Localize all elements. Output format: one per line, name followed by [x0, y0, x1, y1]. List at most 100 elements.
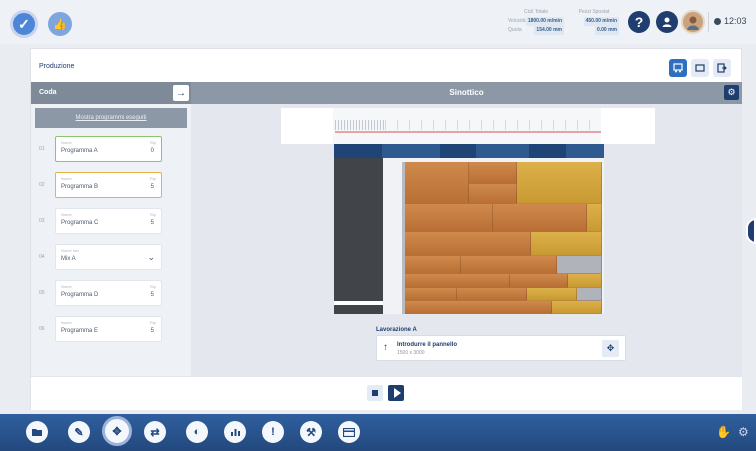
queue-card[interactable]: Nome Programma C Rip 5 [55, 208, 162, 234]
side-drawer-handle[interactable] [746, 218, 756, 244]
queue-list: Mostra programmi eseguiti 01 Nome Progra… [31, 104, 191, 376]
queue-card-rip-label: Rip [149, 212, 156, 217]
arrow-up-icon: ↑ [383, 342, 388, 353]
arrow-right-icon[interactable]: → [173, 85, 189, 101]
queue-header: Coda [31, 82, 191, 104]
stats-a-value-0: 1800.00 m/min [525, 17, 564, 26]
queue-card-name: Mix A [61, 256, 76, 262]
edit-icon[interactable]: ✎ [68, 421, 90, 443]
control-bar [31, 376, 742, 410]
stats-a-label-1: Quota [508, 27, 522, 33]
queue-card-label: Nome [61, 212, 72, 217]
queue-card-rip-value: 5 [150, 328, 154, 334]
clock-time: 12:03 [724, 16, 747, 26]
stats-a-head: Cicli Totale [523, 9, 549, 15]
panel-layout [402, 162, 602, 314]
queue-card-rip-label: Rip [149, 320, 156, 325]
queue-card-name: Programma D [61, 292, 99, 298]
machine-foot [334, 305, 383, 314]
stop-icon [372, 390, 378, 396]
panel-dimensions: 1500 x 3000 [397, 350, 425, 356]
queue-row-number: 02 [39, 182, 45, 188]
load-panel-button[interactable]: ✥ [602, 340, 619, 357]
stats-b-value-0: 450.00 m/min [583, 17, 619, 26]
export-button[interactable] [713, 59, 731, 77]
queue-card-rip-value: 5 [150, 292, 154, 298]
queue-row[interactable]: 06 Nome Programma E Rip 5 [31, 316, 191, 342]
hand-icon[interactable]: ✋ [716, 425, 731, 439]
queue-row[interactable]: 02 Nome Programma B Rip 5 [31, 172, 191, 198]
queue-row[interactable]: 03 Nome Programma C Rip 5 [31, 208, 191, 234]
show-executed-link[interactable]: Mostra programmi eseguiti [35, 108, 187, 128]
machine-beam [334, 144, 604, 158]
play-icon [393, 388, 401, 398]
ruler-ticks [335, 120, 385, 130]
queue-row-number: 01 [39, 146, 45, 152]
queue-card-rip-value: 5 [150, 220, 154, 226]
queue-card-name: Programma E [61, 328, 99, 334]
cart-icon [673, 63, 683, 73]
gear-icon[interactable]: ⚙ [724, 85, 739, 100]
queue-card-name: Programma A [61, 148, 98, 154]
machine-diagram [334, 144, 604, 314]
globe-icon[interactable]: ◐ [186, 421, 208, 443]
queue-card[interactable]: Nome Programma E Rip 5 [55, 316, 162, 342]
chevron-down-icon[interactable]: ⌄ [147, 252, 155, 263]
stats-a-value-1: 154.00 mm [534, 26, 564, 35]
lavorazione-title: Lavorazione A [376, 327, 417, 333]
queue-row-number: 06 [39, 326, 45, 332]
queue-row[interactable]: 04 Nome mix Mix A ⌄ [31, 244, 191, 270]
queue-card-mix[interactable]: Nome mix Mix A ⌄ [55, 244, 162, 270]
stats-b-head: Pezzi Spostat [578, 9, 610, 15]
machine-view-button[interactable] [669, 59, 687, 77]
clock: 12:03 [714, 16, 747, 26]
stop-button[interactable] [367, 385, 383, 401]
help-icon[interactable]: ? [628, 11, 650, 33]
sinottico-view: Lavorazione A ↑ Introdurre il pannello 1… [191, 104, 742, 376]
queue-card-name: Programma C [61, 220, 99, 226]
statistics-icon[interactable] [224, 421, 246, 443]
queue-row-number: 03 [39, 218, 45, 224]
queue-row[interactable]: 05 Nome Programma D Rip 5 [31, 280, 191, 306]
queue-card-rip-label: Rip [149, 284, 156, 289]
avatar[interactable] [681, 10, 705, 34]
queue-row-number: 05 [39, 290, 45, 296]
tool-change-icon[interactable]: ⇄ [144, 421, 166, 443]
export-icon [717, 63, 727, 73]
clock-icon [714, 17, 721, 25]
stats-b-value-1: 0.00 mm [594, 26, 619, 35]
card-icon[interactable] [338, 421, 360, 443]
check-icon[interactable]: ✓ [10, 10, 38, 38]
instruction-card: ↑ Introdurre il pannello 1500 x 3000 ✥ [376, 335, 626, 361]
stats-velocity: Cicli Totale Velocità 1800.00 m/min Quota… [508, 8, 564, 35]
operator-icon[interactable] [656, 11, 678, 33]
list-view-button[interactable] [691, 59, 709, 77]
thumbs-up-icon[interactable]: 👍 [48, 12, 72, 36]
instruction-text: Introdurre il pannello [397, 342, 458, 348]
wrench-icon[interactable]: ⚒ [300, 421, 322, 443]
stats-pieces: Pezzi Spostat 450.00 m/min 0.00 mm [569, 8, 619, 35]
move-icon[interactable]: ✥ [102, 416, 132, 446]
queue-card[interactable]: Nome Programma B Rip 5 [55, 172, 162, 198]
play-button[interactable] [388, 385, 404, 401]
panel-icon [695, 64, 705, 72]
queue-card-label: Nome [61, 320, 72, 325]
queue-card[interactable]: Nome Programma A Rip 0 [55, 136, 162, 162]
divider [708, 12, 709, 32]
queue-card-label: Nome [61, 284, 72, 289]
queue-card-name: Programma B [61, 184, 99, 190]
queue-card-label: Nome [61, 140, 72, 145]
settings-icon[interactable]: ⚙ [738, 425, 749, 439]
queue-row[interactable]: 01 Nome Programma A Rip 0 [31, 136, 191, 162]
queue-card-rip-value: 5 [150, 184, 154, 190]
queue-card-label: Nome mix [61, 248, 80, 253]
queue-card[interactable]: Nome Programma D Rip 5 [55, 280, 162, 306]
sinottico-header: Sinottico [191, 82, 742, 104]
queue-card-rip-label: Rip [149, 140, 156, 145]
ruler [281, 108, 655, 144]
folder-icon[interactable] [26, 421, 48, 443]
queue-row-number: 04 [39, 254, 45, 260]
breadcrumb[interactable]: Produzione [39, 63, 74, 70]
alert-icon[interactable]: ! [262, 421, 284, 443]
ruler-position-line [335, 131, 601, 133]
